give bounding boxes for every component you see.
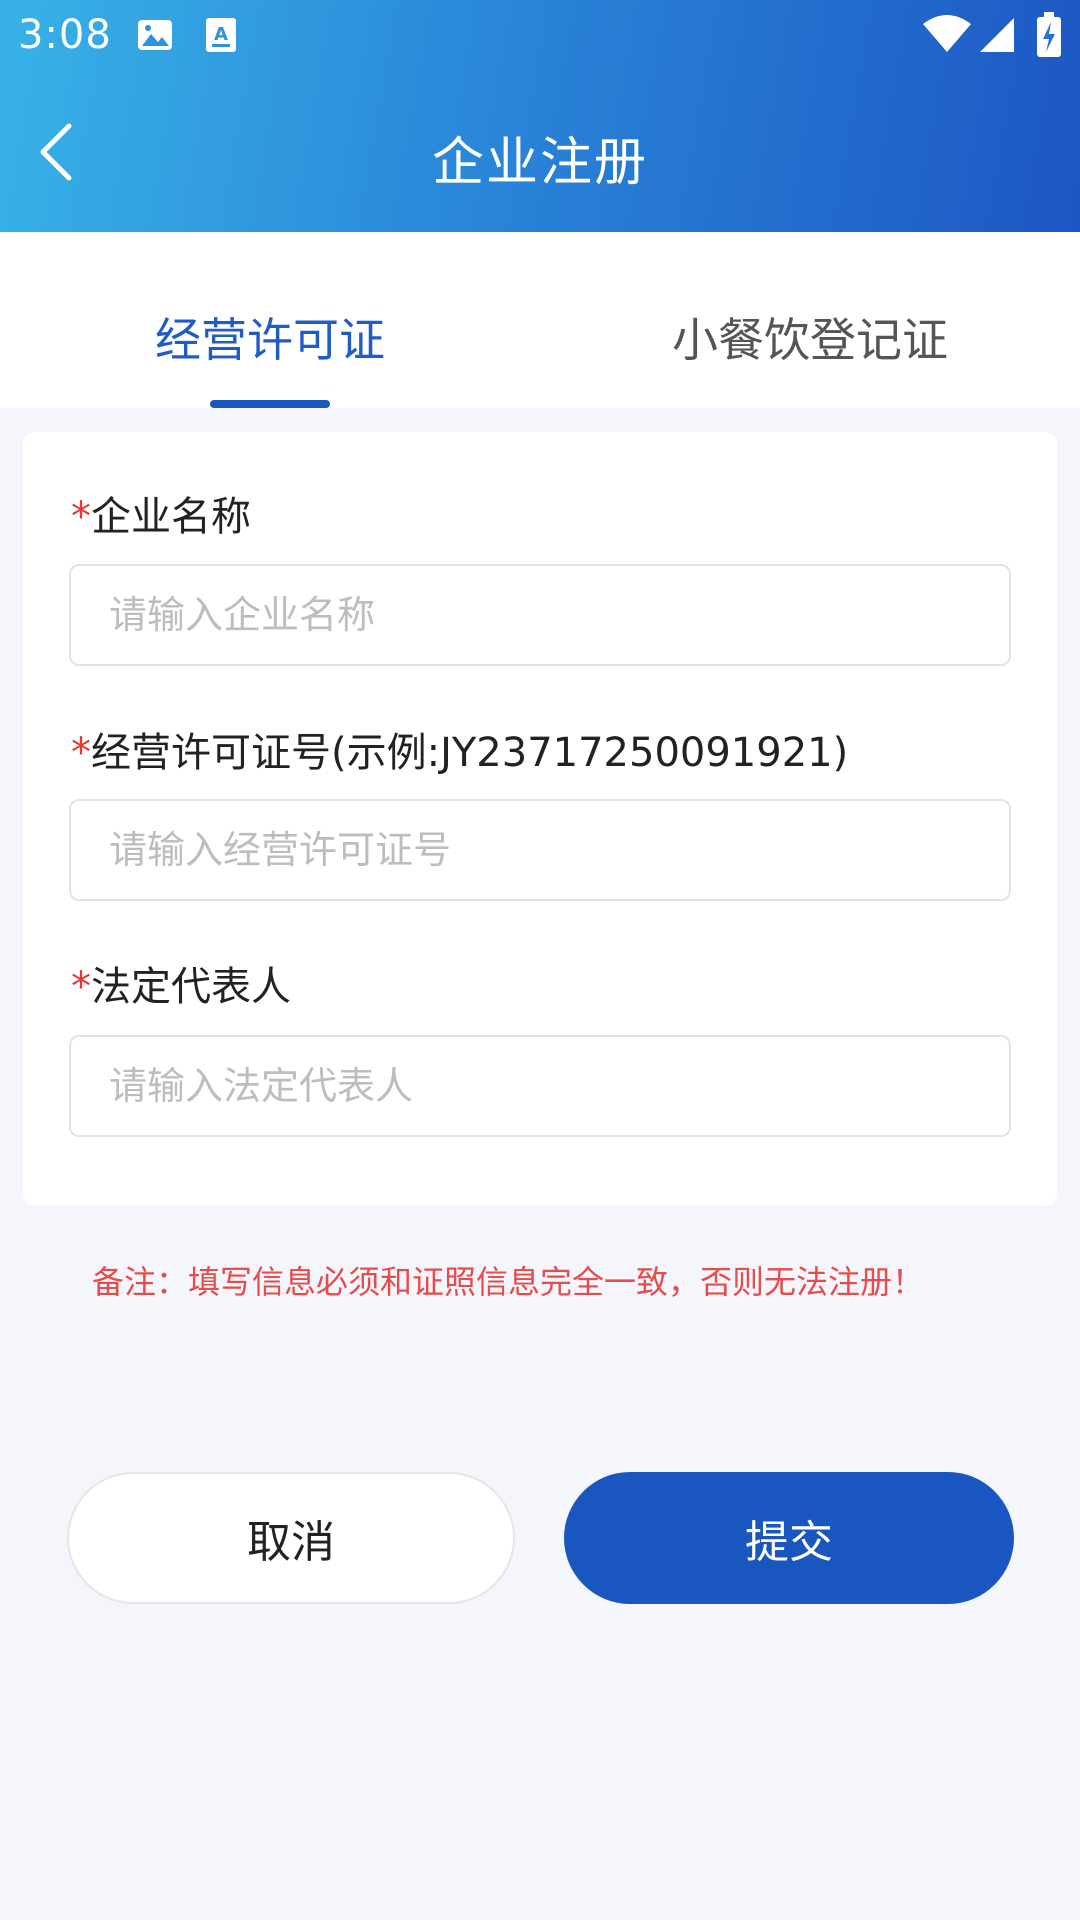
- legal-representative-label: *法定代表人: [71, 954, 291, 1012]
- app-header: 3:08 A 企业注册: [0, 0, 1080, 232]
- required-mark: *: [71, 964, 91, 1010]
- registration-note: 备注：填写信息必须和证照信息完全一致，否则无法注册！: [92, 1263, 925, 1301]
- license-number-label-text: 经营许可证号(示例:JY23717250091921): [91, 730, 849, 776]
- company-name-label: *企业名称: [71, 484, 251, 542]
- svg-text:A: A: [214, 24, 228, 45]
- active-tab-indicator: [210, 400, 330, 408]
- registration-form: *企业名称 *经营许可证号(示例:JY23717250091921) *法定代表…: [23, 432, 1057, 1205]
- wifi-icon: [922, 14, 972, 58]
- required-mark: *: [71, 494, 91, 540]
- nav-bar: 企业注册: [0, 92, 1080, 212]
- cancel-button[interactable]: 取消: [67, 1472, 515, 1604]
- image-icon: [136, 16, 174, 58]
- license-number-label: *经营许可证号(示例:JY23717250091921): [71, 720, 848, 778]
- battery-charging-icon: [1036, 12, 1062, 62]
- legal-representative-label-text: 法定代表人: [91, 964, 291, 1010]
- font-icon: A: [204, 16, 238, 58]
- company-name-label-text: 企业名称: [91, 494, 251, 540]
- tab-bar: 经营许可证 小餐饮登记证: [0, 232, 1080, 408]
- status-bar: 3:08 A: [0, 0, 1080, 72]
- required-mark: *: [71, 730, 91, 776]
- license-number-input[interactable]: [69, 799, 1011, 901]
- tab-business-license[interactable]: 经营许可证: [0, 304, 540, 370]
- page-title: 企业注册: [431, 133, 648, 193]
- status-time: 3:08: [18, 12, 112, 58]
- legal-representative-input[interactable]: [69, 1035, 1011, 1137]
- submit-button[interactable]: 提交: [564, 1472, 1014, 1604]
- tab-catering-registration[interactable]: 小餐饮登记证: [540, 304, 1080, 370]
- signal-icon: [978, 16, 1016, 58]
- company-name-input[interactable]: [69, 564, 1011, 666]
